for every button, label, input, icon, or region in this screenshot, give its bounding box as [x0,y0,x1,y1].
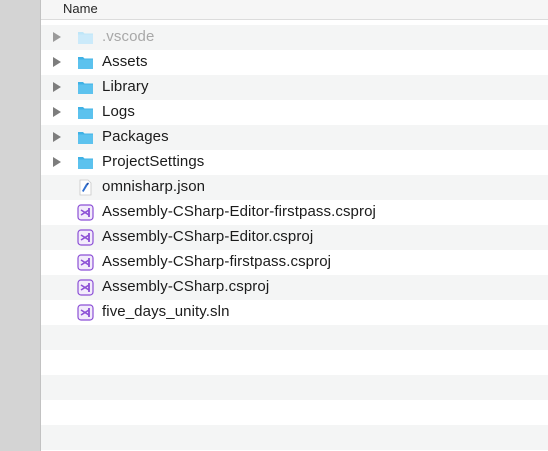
folder-icon [78,57,93,69]
sidebar [0,0,41,451]
list-item-five-days-unity-sln[interactable]: five_days_unity.sln [41,300,548,325]
folder-icon [78,82,93,94]
item-label: five_days_unity.sln [102,303,230,320]
item-label: Library [102,78,149,95]
list-item-library[interactable]: Library [41,75,548,100]
list-item-assembly-csharp-editor[interactable]: Assembly-CSharp-Editor.csproj [41,225,548,250]
list-item-packages[interactable]: Packages [41,125,548,150]
list-item-omnisharp-json[interactable]: omnisharp.json [41,175,548,200]
visual-studio-icon [77,254,94,271]
list-item-logs[interactable]: Logs [41,100,548,125]
item-label: Assembly-CSharp.csproj [102,278,270,295]
item-label: Packages [102,128,169,145]
visual-studio-icon [77,229,94,246]
folder-icon [78,132,93,144]
json-file-icon [79,179,92,196]
item-label: ProjectSettings [102,153,205,170]
file-list: .vscode Assets Library Logs Packages Pro… [41,25,548,325]
empty-row [41,375,548,400]
empty-rows [41,325,548,450]
empty-row [41,425,548,450]
empty-row [41,325,548,350]
list-item-assembly-csharp-firstpass[interactable]: Assembly-CSharp-firstpass.csproj [41,250,548,275]
disclosure-triangle-icon[interactable] [53,157,61,167]
item-label: Assets [102,53,148,70]
disclosure-triangle-icon[interactable] [53,132,61,142]
item-label: Assembly-CSharp-Editor.csproj [102,228,314,245]
list-item-vscode[interactable]: .vscode [41,25,548,50]
item-label: Logs [102,103,135,120]
visual-studio-icon [77,304,94,321]
list-item-assets[interactable]: Assets [41,50,548,75]
column-header-name[interactable]: Name [63,1,98,16]
disclosure-triangle-icon[interactable] [53,107,61,117]
item-label: Assembly-CSharp-Editor-firstpass.csproj [102,203,376,220]
empty-row [41,350,548,375]
list-item-projectsettings[interactable]: ProjectSettings [41,150,548,175]
empty-row [41,400,548,425]
disclosure-triangle-icon[interactable] [53,32,61,42]
disclosure-triangle-icon[interactable] [53,57,61,67]
visual-studio-icon [77,279,94,296]
item-label: omnisharp.json [102,178,206,195]
list-item-assembly-csharp-editor-firstpass[interactable]: Assembly-CSharp-Editor-firstpass.csproj [41,200,548,225]
item-label: Assembly-CSharp-firstpass.csproj [102,253,332,270]
visual-studio-icon [77,204,94,221]
disclosure-triangle-icon[interactable] [53,82,61,92]
folder-icon [78,32,93,44]
item-label: .vscode [102,28,155,45]
column-header[interactable]: Name [41,0,548,20]
folder-icon [78,107,93,119]
folder-icon [78,157,93,169]
list-item-assembly-csharp[interactable]: Assembly-CSharp.csproj [41,275,548,300]
